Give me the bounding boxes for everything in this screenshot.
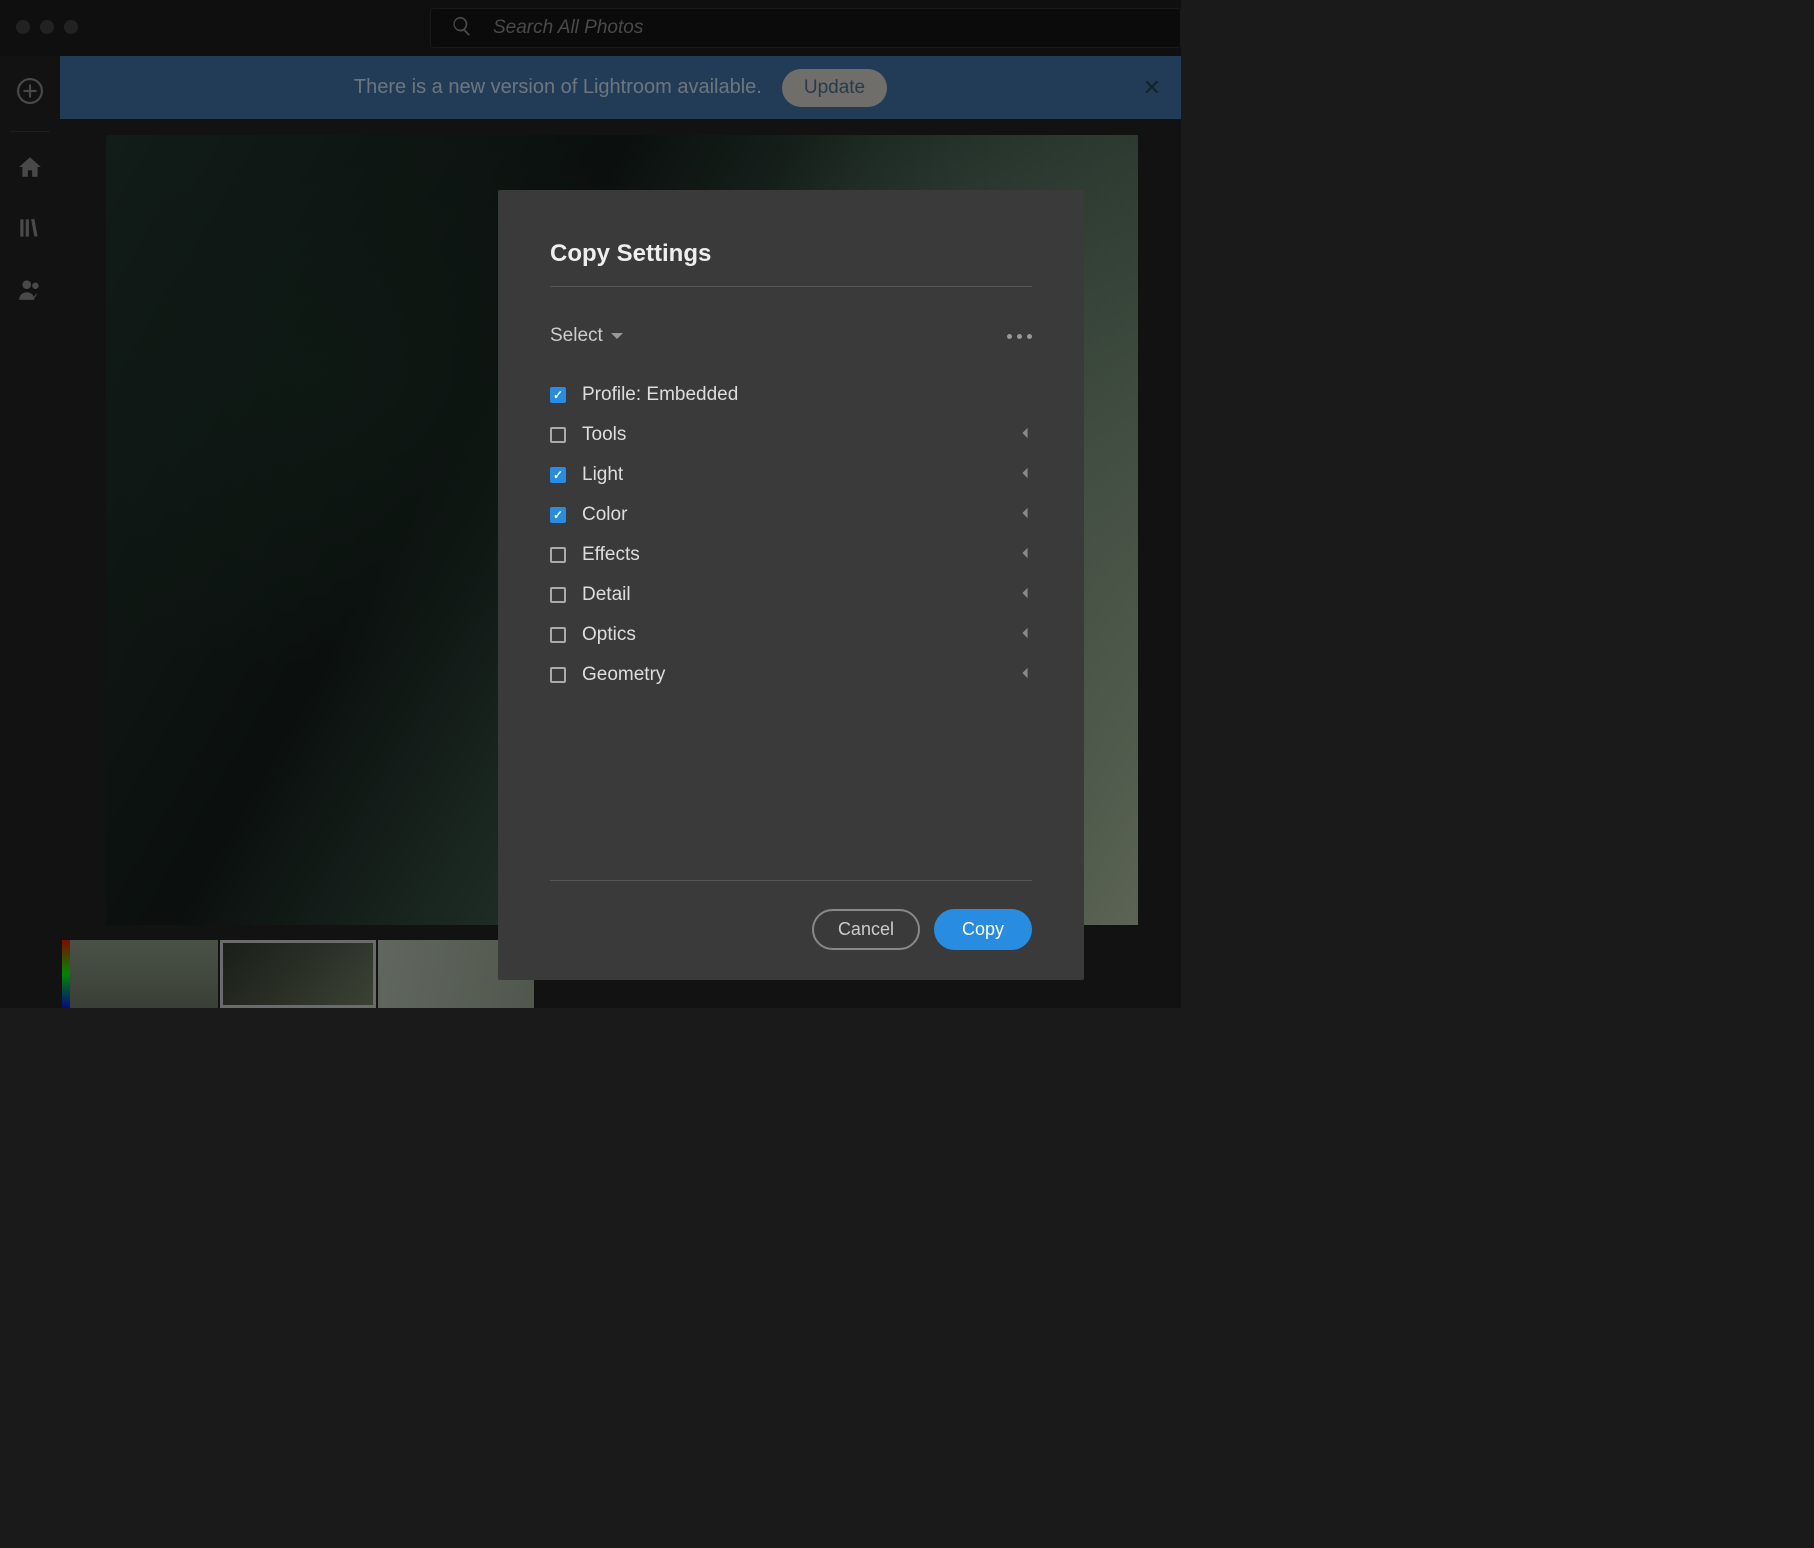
add-icon[interactable] [17,78,43,109]
minimize-dot[interactable] [40,20,54,34]
thumbnail-selected[interactable] [220,940,376,1008]
setting-label: Effects [582,544,1002,566]
chevron-left-icon[interactable] [1018,506,1032,525]
dialog-title: Copy Settings [550,240,1032,287]
rail-separator [10,131,50,132]
checkbox[interactable] [550,667,566,683]
settings-list: Profile: Embedded Tools Light Color Effects D… [550,375,1032,695]
setting-row: Light [550,455,1032,495]
checkbox[interactable] [550,587,566,603]
maximize-dot[interactable] [64,20,78,34]
chevron-left-icon[interactable] [1018,666,1032,685]
left-rail [0,56,60,1008]
chevron-left-icon[interactable] [1018,426,1032,445]
more-options-icon[interactable] [1007,334,1032,339]
checkbox[interactable] [550,507,566,523]
chevron-left-icon[interactable] [1018,626,1032,645]
home-icon[interactable] [17,154,43,185]
chevron-left-icon[interactable] [1018,466,1032,485]
copy-settings-dialog: Copy Settings Select Profile: Embedded To… [498,190,1084,980]
window-traffic-lights [16,20,78,34]
setting-row: Geometry [550,655,1032,695]
dialog-footer: Cancel Copy [550,880,1032,950]
search-icon [451,15,473,42]
checkbox[interactable] [550,547,566,563]
library-icon[interactable] [17,215,43,246]
checkbox[interactable] [550,467,566,483]
setting-label: Tools [582,424,1002,446]
update-button[interactable]: Update [782,69,887,107]
select-dropdown[interactable]: Select [550,325,625,347]
update-banner: There is a new version of Lightroom avai… [60,56,1181,119]
setting-label: Light [582,464,1002,486]
copy-button[interactable]: Copy [934,909,1032,950]
cancel-button[interactable]: Cancel [812,909,920,950]
chevron-down-icon [609,328,625,344]
checkbox[interactable] [550,427,566,443]
checkbox[interactable] [550,387,566,403]
banner-message: There is a new version of Lightroom avai… [354,76,762,99]
setting-row: Effects [550,535,1032,575]
setting-row: Detail [550,575,1032,615]
setting-row: Profile: Embedded [550,375,1032,415]
top-bar [0,0,1181,56]
setting-row: Color [550,495,1032,535]
setting-label: Geometry [582,664,1002,686]
checkbox[interactable] [550,627,566,643]
dialog-select-row: Select [550,325,1032,347]
search-input[interactable] [493,17,1160,39]
chevron-left-icon[interactable] [1018,586,1032,605]
chevron-left-icon[interactable] [1018,546,1032,565]
close-icon[interactable]: ✕ [1143,75,1161,101]
setting-row: Optics [550,615,1032,655]
search-box[interactable] [430,8,1181,48]
sharing-icon[interactable] [17,276,43,307]
select-label: Select [550,325,603,347]
setting-row: Tools [550,415,1032,455]
setting-label: Color [582,504,1002,526]
setting-label: Profile: Embedded [582,384,1032,406]
close-dot[interactable] [16,20,30,34]
setting-label: Optics [582,624,1002,646]
setting-label: Detail [582,584,1002,606]
thumbnail[interactable] [62,940,218,1008]
